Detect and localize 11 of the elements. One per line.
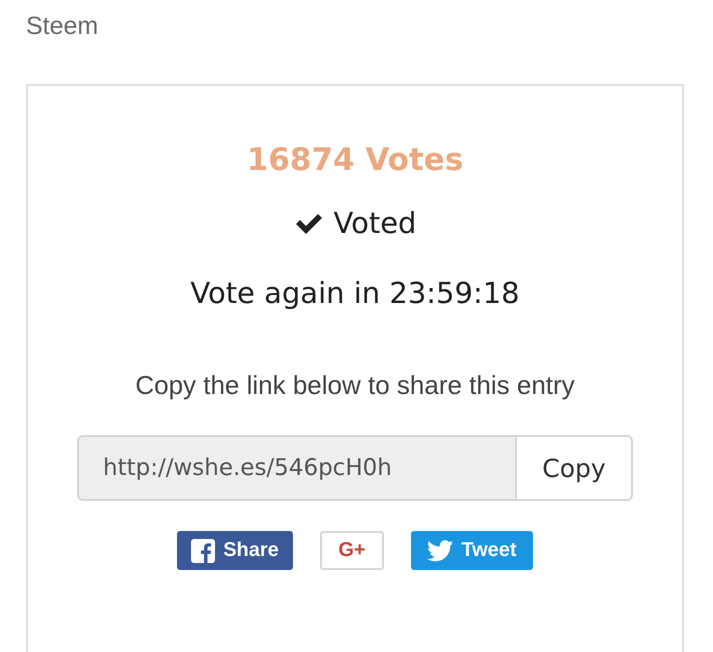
facebook-icon: [191, 538, 216, 562]
page-heading: Steem: [26, 11, 100, 42]
google-plus-button[interactable]: G+: [320, 531, 384, 570]
share-prompt: Copy the link below to share this entry: [135, 370, 575, 401]
bird-icon: [427, 540, 454, 562]
link-field[interactable]: http://wshe.es/546pcH0h Copy: [77, 435, 633, 501]
vote-count: 16874 Votes: [246, 142, 464, 178]
copy-button[interactable]: Copy: [515, 437, 631, 499]
countdown-text: Vote again in 23:59:18: [190, 276, 520, 310]
vote-status: Voted: [334, 206, 416, 240]
facebook-share-button[interactable]: Share: [177, 531, 293, 570]
